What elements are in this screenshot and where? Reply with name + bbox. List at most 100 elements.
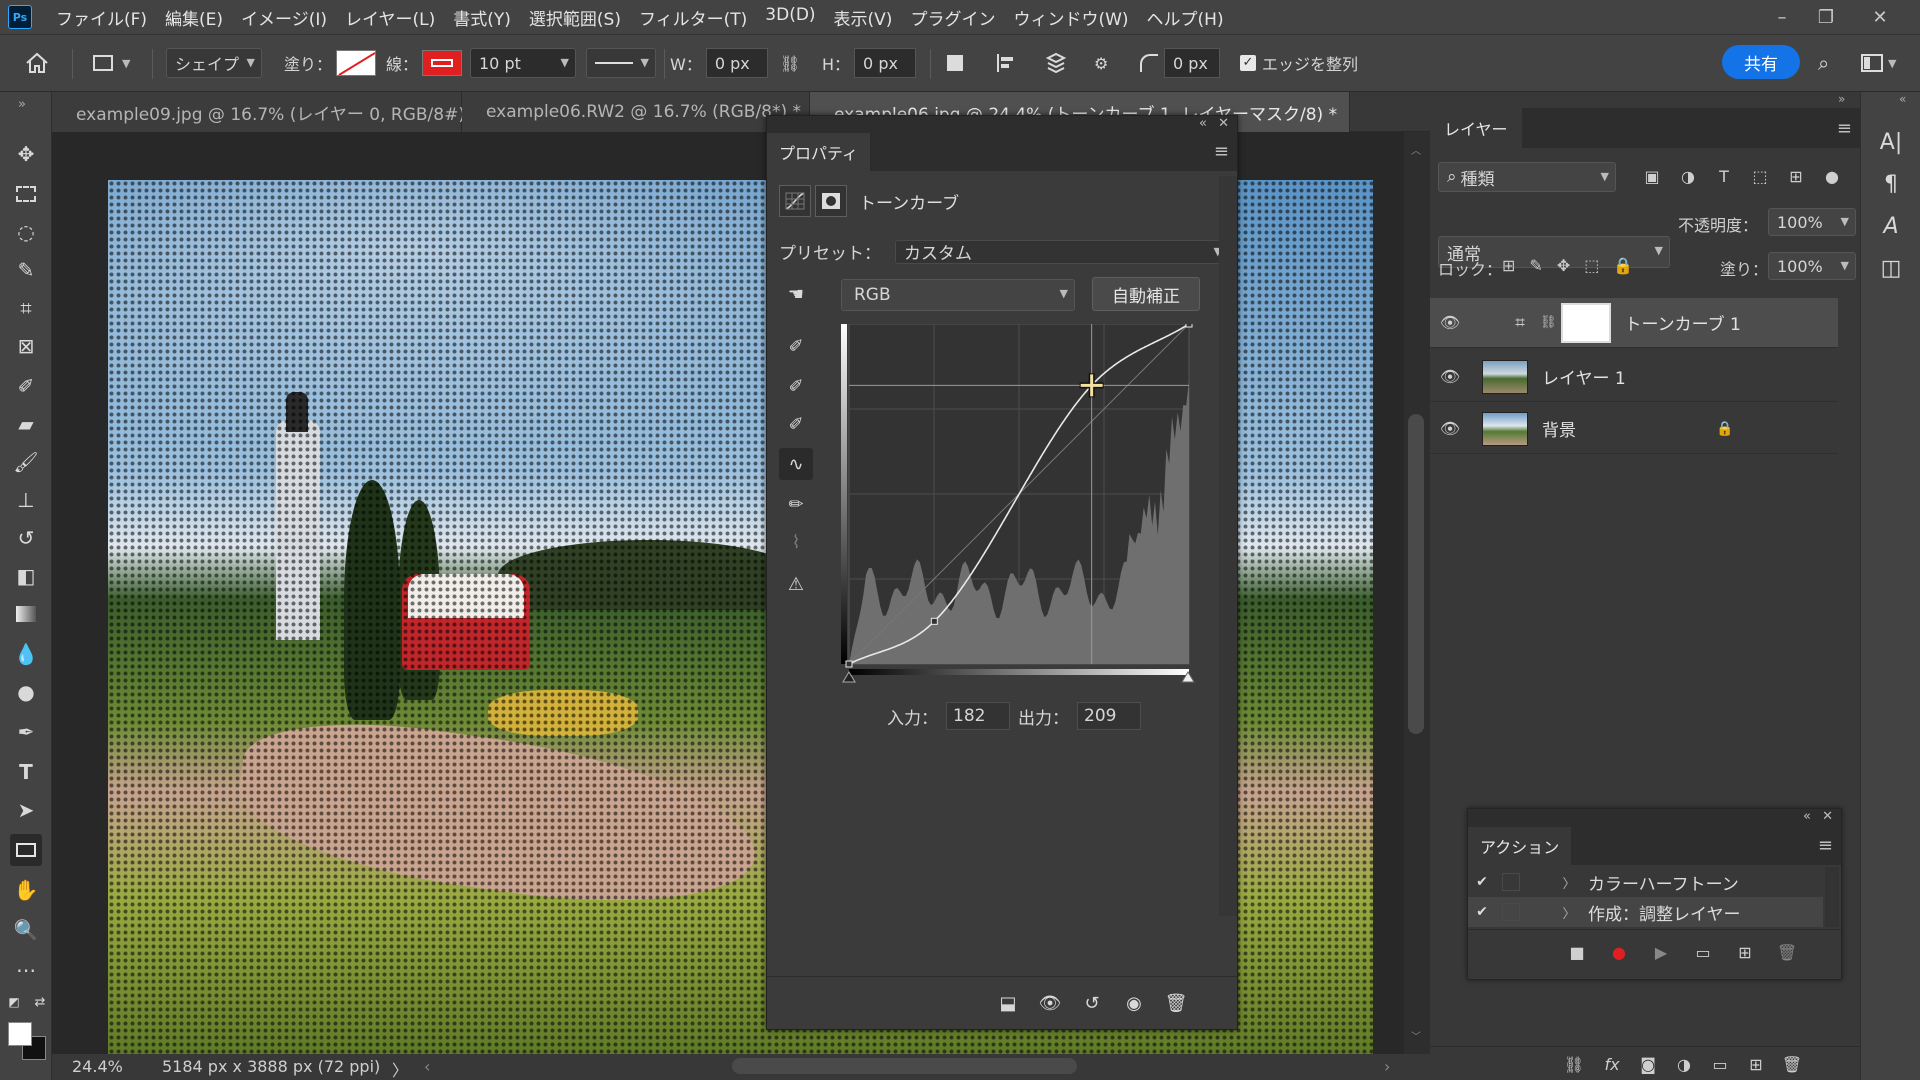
record-icon[interactable]: ●: [1606, 940, 1632, 964]
actions-scrollbar[interactable]: [1825, 867, 1839, 927]
clip-to-layer-icon[interactable]: ⬓: [993, 989, 1023, 1017]
menu-view[interactable]: 表示(V): [834, 5, 893, 30]
collapse-panel-icon[interactable]: «: [1803, 809, 1811, 824]
clipping-warning-icon[interactable]: ⚠: [779, 568, 813, 600]
filter-type-icon[interactable]: T: [1712, 164, 1736, 188]
link-layers-icon[interactable]: ⛓: [1562, 1053, 1586, 1075]
scroll-left-icon[interactable]: ‹: [424, 1057, 430, 1076]
auto-button[interactable]: 自動補正: [1092, 277, 1200, 311]
curve-point[interactable]: [930, 617, 938, 625]
lock-artboard-icon[interactable]: ⬚: [1584, 256, 1599, 275]
visibility-eye-icon[interactable]: 👁: [1430, 313, 1470, 332]
path-alignment-icon[interactable]: [994, 47, 1016, 79]
filter-pixel-icon[interactable]: ▣: [1640, 164, 1664, 188]
menu-window[interactable]: ウィンドウ(W): [1013, 5, 1128, 30]
output-field[interactable]: 209: [1077, 702, 1141, 730]
shape-mode-dropdown[interactable]: シェイプ ▼: [166, 48, 263, 78]
marquee-tool-icon[interactable]: [10, 178, 42, 210]
stroke-swatch[interactable]: [422, 50, 463, 76]
layer-row-curves[interactable]: 👁 ⌗ ⛓ トーンカーブ 1: [1430, 298, 1838, 348]
expand-panels-icon[interactable]: «: [1899, 92, 1906, 106]
layer-row-background[interactable]: 👁 背景 🔒: [1430, 404, 1838, 454]
menu-plugins[interactable]: プラグイン: [910, 5, 995, 30]
play-icon[interactable]: ▶: [1648, 940, 1674, 964]
corner-radius-input[interactable]: 0 px: [1164, 48, 1220, 78]
menu-image[interactable]: イメージ(I): [241, 5, 327, 30]
status-menu-arrow[interactable]: 〉: [392, 1057, 408, 1080]
layer-filter-kind-dropdown[interactable]: ⌕ 種類 ▼: [1438, 162, 1616, 192]
filter-toggle-icon[interactable]: ●: [1820, 164, 1844, 188]
eyedropper-tool-icon[interactable]: ✐: [10, 370, 42, 402]
default-colors-icon[interactable]: ◩: [4, 992, 24, 1012]
workspace-icon[interactable]: ▼: [1860, 47, 1896, 79]
visibility-eye-icon[interactable]: 👁: [1430, 419, 1470, 438]
share-button[interactable]: 共有: [1722, 45, 1800, 79]
dialog-toggle[interactable]: [1502, 873, 1520, 891]
curves-adjustment-icon[interactable]: [779, 185, 811, 217]
swap-colors-icon[interactable]: ⇄: [30, 992, 50, 1012]
lock-transparent-icon[interactable]: ⊞: [1502, 256, 1515, 275]
type-tool-icon[interactable]: T: [10, 756, 42, 788]
paragraph-panel-icon[interactable]: ¶: [1875, 168, 1907, 200]
view-previous-icon[interactable]: 👁: [1035, 989, 1065, 1017]
stroke-size-dropdown[interactable]: 10 pt ▼: [470, 48, 576, 78]
properties-scrollbar[interactable]: [1219, 176, 1237, 916]
menu-file[interactable]: ファイル(F): [56, 5, 147, 30]
vertical-scroll-thumb[interactable]: [1408, 414, 1424, 734]
action-item[interactable]: ✔ 〉 カラーハーフトーン: [1468, 867, 1823, 897]
clone-stamp-tool-icon[interactable]: ⊥: [10, 484, 42, 516]
minimize-icon[interactable]: –: [1762, 0, 1802, 34]
add-mask-icon[interactable]: ◙: [1636, 1053, 1660, 1075]
tab-example06-rw2[interactable]: example06.RW2 @ 16.7% (RGB/8*) * ✕: [462, 92, 828, 132]
collapse-panel-icon[interactable]: «: [1199, 116, 1207, 131]
fill-field[interactable]: 100% ▼: [1768, 252, 1856, 280]
glyphs-panel-icon[interactable]: A: [1875, 210, 1907, 242]
brush-tool-icon[interactable]: 🖌: [10, 446, 42, 478]
rectangle-tool-icon[interactable]: [10, 834, 42, 866]
scroll-up-icon[interactable]: ︿: [1411, 142, 1421, 157]
lasso-tool-icon[interactable]: ◌: [10, 216, 42, 248]
scroll-down-icon[interactable]: ﹀: [1411, 1028, 1421, 1043]
character-panel-icon[interactable]: A|: [1875, 126, 1907, 158]
tab-layers[interactable]: レイヤー: [1430, 108, 1522, 148]
dodge-tool-icon[interactable]: ●: [10, 676, 42, 708]
path-selection-tool-icon[interactable]: ➤: [10, 794, 42, 826]
lock-all-icon[interactable]: 🔒: [1613, 256, 1633, 275]
delete-layer-icon[interactable]: 🗑: [1780, 1053, 1804, 1075]
more-tools-icon[interactable]: ⋯: [10, 954, 42, 986]
gear-icon[interactable]: ⚙: [1094, 47, 1108, 79]
hand-tool-icon[interactable]: ✋: [10, 874, 42, 906]
layer-mask-thumbnail[interactable]: [1560, 302, 1611, 343]
curve-point[interactable]: [1185, 324, 1193, 328]
link-dimensions-icon[interactable]: ⛓: [780, 47, 800, 79]
move-tool-icon[interactable]: ✥: [10, 138, 42, 170]
menu-type[interactable]: 書式(Y): [453, 5, 511, 30]
collapse-toolbar-icon[interactable]: »: [6, 88, 38, 120]
curve-point-tool-icon[interactable]: ∿: [779, 448, 813, 480]
visibility-icon[interactable]: ◉: [1119, 989, 1149, 1017]
pencil-draw-icon[interactable]: ✏: [779, 488, 813, 520]
fill-swatch[interactable]: [336, 50, 377, 76]
panel-menu-icon[interactable]: ≡: [1837, 118, 1852, 139]
close-panel-icon[interactable]: ✕: [1218, 116, 1229, 131]
mask-link-icon[interactable]: ⛓: [1540, 315, 1557, 330]
eraser-tool-icon[interactable]: ◧: [10, 560, 42, 592]
new-layer-icon[interactable]: ⊞: [1744, 1053, 1768, 1075]
lock-image-icon[interactable]: ✎: [1529, 256, 1542, 275]
home-icon[interactable]: [24, 47, 50, 79]
layer-mask-icon[interactable]: [815, 185, 847, 217]
search-icon[interactable]: ⌕: [1818, 47, 1829, 79]
delete-icon[interactable]: 🗑: [1161, 989, 1191, 1017]
libraries-panel-icon[interactable]: ◫: [1875, 252, 1907, 284]
tool-preset-picker[interactable]: ▼: [92, 47, 130, 79]
curve-point[interactable]: [845, 660, 853, 668]
width-input[interactable]: 0 px: [705, 48, 768, 78]
new-adjustment-icon[interactable]: ◑: [1672, 1053, 1696, 1075]
preset-dropdown[interactable]: カスタム ▼: [895, 239, 1229, 264]
layer-row-layer1[interactable]: 👁 レイヤー 1: [1430, 352, 1838, 402]
expand-arrow-icon[interactable]: 〉: [1554, 873, 1584, 892]
delete-action-icon[interactable]: 🗑: [1774, 940, 1800, 964]
scroll-right-icon[interactable]: ›: [1384, 1057, 1390, 1076]
menu-3d[interactable]: 3D(D): [765, 5, 815, 30]
healing-brush-tool-icon[interactable]: ▰: [10, 408, 42, 440]
